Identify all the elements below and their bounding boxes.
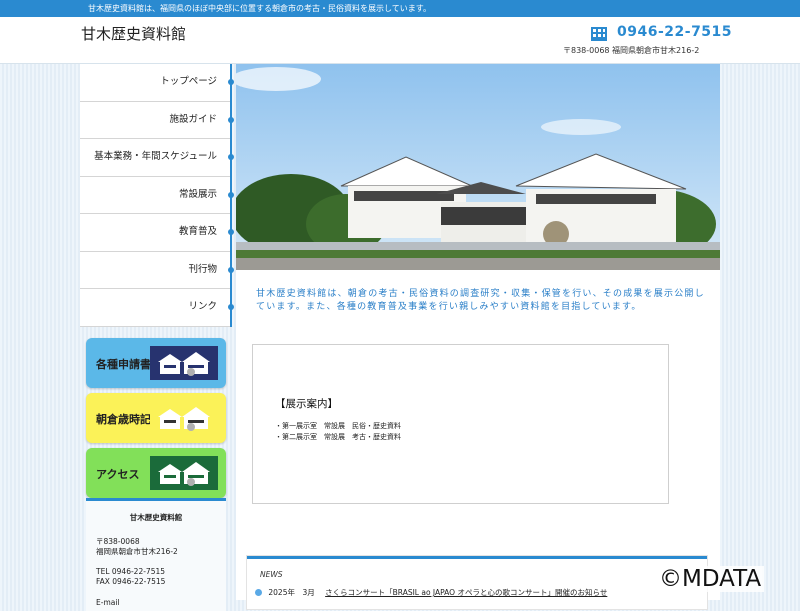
banner-label: アクセス [96,467,140,481]
watermark: ©MDATA [656,566,765,592]
nav-dot-icon [228,266,234,273]
museum-building-icon [150,455,218,490]
news-bullet-icon [255,589,262,596]
banner-label: 朝倉歳時記 [96,412,151,426]
nav-dot-icon [228,229,234,235]
exhibit-heading: 【展示案内】 [275,398,338,410]
banner-asakura-calendar[interactable]: 朝倉歳時記 [86,392,226,443]
nav-label: 刊行物 [188,263,217,275]
intro-text: 甘木歴史資料館は、朝倉の考古・民俗資料の調査研究・収集・保管を行い、その成果を展… [256,289,705,312]
nav-item-links[interactable]: リンク [80,289,234,327]
top-banner: 甘木歴史資料館は、福岡県のほぼ中央部に位置する朝倉市の考古・民俗資料を展示してい… [0,0,800,17]
nav-dot-icon [228,304,234,310]
museum-building-icon [150,345,218,380]
top-banner-text: 甘木歴史資料館は、福岡県のほぼ中央部に位置する朝倉市の考古・民俗資料を展示してい… [88,4,431,13]
nav-dot-icon [228,79,234,85]
exhibit-guide-box: 【展示案内】 ・第一展示室 常設展 民俗・歴史資料 ・第二展示室 常設展 考古・… [252,344,669,504]
building-phone-icon [591,27,607,41]
info-tel: TEL 0946-22-7515 [96,567,166,576]
news-item: 2025年 3月 さくらコンサート「BRASIL ao JAPAO オペラと心の… [255,587,607,598]
nav-item-schedule[interactable]: 基本業務・年間スケジュール [80,139,234,177]
sidebar: トップページ 施設ガイド 基本業務・年間スケジュール 常設展示 教育普及 刊行物… [80,64,234,498]
exhibit-row: ・第一展示室 常設展 民俗・歴史資料 [275,422,401,430]
nav-label: 教育普及 [178,226,217,237]
museum-building-icon [150,400,218,435]
nav-dot-icon [228,154,234,160]
nav-label: リンク [188,301,217,312]
main-content: 甘木歴史資料館は、朝倉の考古・民俗資料の調査研究・収集・保管を行い、その成果を展… [236,64,720,609]
news-title: NEWS [260,570,283,579]
phone-number[interactable]: 0946-22-7515 [617,24,732,40]
nav-label: 基本業務・年間スケジュール [94,151,217,162]
info-fax: FAX 0946-22-7515 [96,577,166,586]
banner-access[interactable]: アクセス [86,447,226,498]
banner-applications[interactable]: 各種申請書 [86,337,226,388]
museum-info-box: 甘木歴史資料館 〒838-0068 福岡県朝倉市甘木216-2 TEL 0946… [86,498,226,611]
header: 甘木歴史資料館 0946-22-7515 〒838-0068 福岡県朝倉市甘木2… [0,17,800,64]
header-address: 〒838-0068 福岡県朝倉市甘木216-2 [563,46,700,55]
nav-item-top[interactable]: トップページ [80,64,234,102]
info-mail[interactable]: E-mail [96,598,120,607]
sidebar-nav: トップページ 施設ガイド 基本業務・年間スケジュール 常設展示 教育普及 刊行物… [80,64,234,327]
exhibit-row: ・第二展示室 常設展 考古・歴史資料 [275,433,401,441]
nav-item-publications[interactable]: 刊行物 [80,252,234,289]
banner-label: 各種申請書 [96,357,151,371]
info-title: 甘木歴史資料館 [129,513,183,522]
news-date: 2025年 3月 [268,588,315,597]
nav-dot-icon [228,116,234,123]
nav-dot-icon [228,191,234,198]
nav-item-facility-guide[interactable]: 施設ガイド [80,102,234,139]
nav-item-education[interactable]: 教育普及 [80,214,234,252]
museum-photo [236,64,720,270]
nav-label: 施設ガイド [169,113,217,125]
info-address: 福岡県朝倉市甘木216-2 [96,547,178,556]
site-title[interactable]: 甘木歴史資料館 [81,23,186,44]
nav-item-permanent-exhibit[interactable]: 常設展示 [80,177,234,214]
news-section: NEWS 2025年 3月 さくらコンサート「BRASIL ao JAPAO オ… [247,556,707,609]
news-link[interactable]: さくらコンサート「BRASIL ao JAPAO オペラと心の歌コンサート」開催… [325,588,607,597]
nav-label: トップページ [160,76,217,87]
nav-label: 常設展示 [178,188,217,200]
